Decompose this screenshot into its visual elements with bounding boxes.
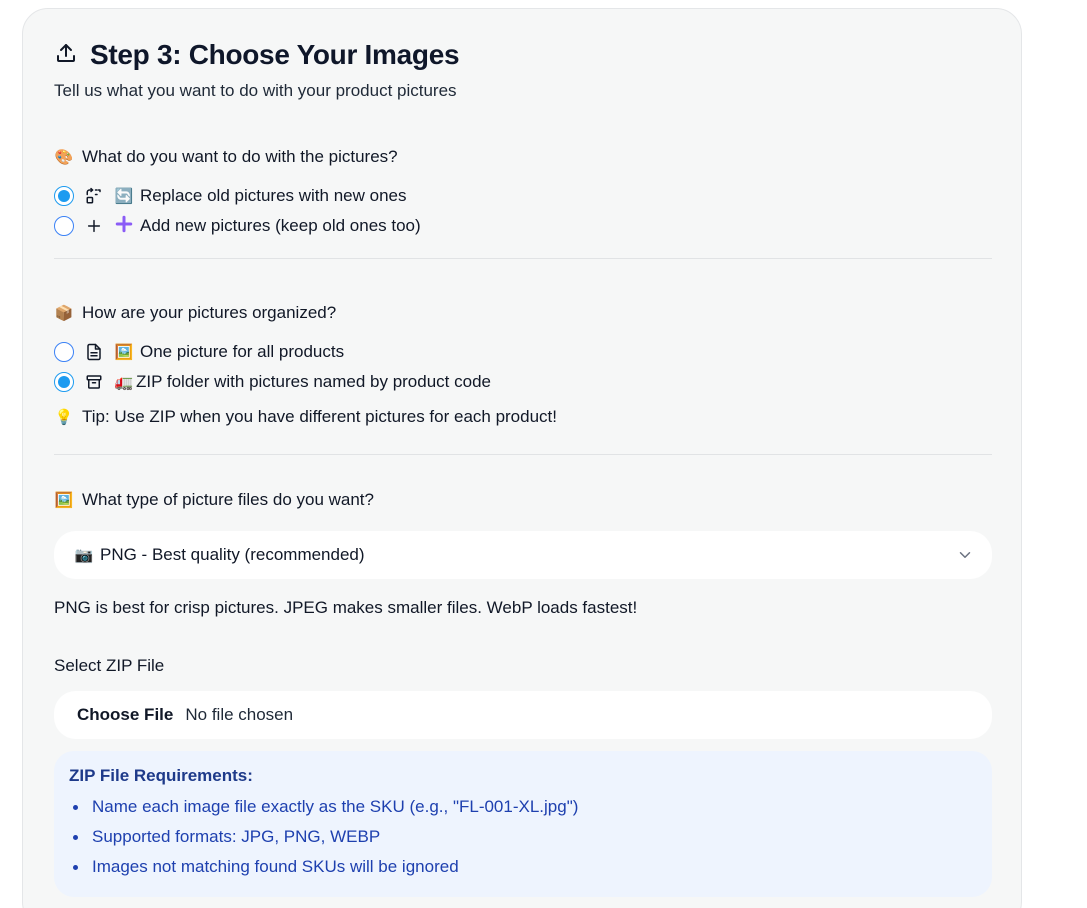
package-icon: 📦 — [54, 305, 74, 322]
requirements-box: ZIP File Requirements: Name each image f… — [54, 751, 992, 897]
truck-icon: 🚛 — [114, 374, 134, 391]
format-section: 🖼️ What type of picture files do you wan… — [54, 488, 992, 512]
format-select[interactable]: 📷 PNG - Best quality (recommended) — [54, 531, 992, 579]
requirements-title: ZIP File Requirements: — [69, 766, 253, 785]
upload-icon — [54, 41, 78, 70]
title-row: Step 3: Choose Your Images — [54, 39, 460, 71]
page-subtitle: Tell us what you want to do with your pr… — [54, 81, 457, 100]
zip-file-input[interactable]: Choose File No file chosen — [54, 691, 992, 739]
replace-icon — [84, 186, 104, 206]
organization-section: 📦 How are your pictures organized? 🖼️ On… — [54, 301, 992, 427]
format-question: 🖼️ What type of picture files do you wan… — [54, 488, 992, 512]
radio-replace[interactable] — [54, 186, 74, 206]
format-selected-value: PNG - Best quality (recommended) — [100, 545, 365, 564]
list-item: Name each image file exactly as the SKU … — [69, 792, 977, 822]
divider — [54, 454, 992, 455]
divider — [54, 258, 992, 259]
chevron-down-icon — [959, 552, 971, 558]
organization-question-text: How are your pictures organized? — [82, 303, 337, 322]
option-single-picture[interactable]: 🖼️ One picture for all products — [54, 337, 992, 367]
radio-single-picture[interactable] — [54, 342, 74, 362]
radio-zip-folder[interactable] — [54, 372, 74, 392]
upload-label: Select ZIP File — [54, 656, 165, 675]
tip-text: 💡 Tip: Use ZIP when you have different p… — [54, 407, 992, 427]
option-replace-label: Replace old pictures with new ones — [140, 186, 407, 205]
palette-icon: 🎨 — [54, 149, 74, 166]
lightbulb-icon: 💡 — [54, 409, 74, 426]
file-status: No file chosen — [185, 705, 294, 724]
radio-add[interactable] — [54, 216, 74, 236]
refresh-icon: 🔄 — [114, 188, 134, 205]
archive-icon — [84, 372, 104, 392]
option-zip-folder-label: ZIP folder with pictures named by produc… — [136, 372, 491, 391]
page-title: Step 3: Choose Your Images — [90, 39, 460, 70]
organization-question: 📦 How are your pictures organized? — [54, 301, 992, 325]
list-item: Images not matching found SKUs will be i… — [69, 852, 977, 882]
choose-file-button[interactable]: Choose File — [77, 705, 173, 725]
format-hint: PNG is best for crisp pictures. JPEG mak… — [54, 598, 638, 617]
option-zip-folder[interactable]: 🚛 ZIP folder with pictures named by prod… — [54, 367, 992, 397]
framed-picture-icon: 🖼️ — [54, 492, 74, 509]
step-card: Step 3: Choose Your Images Tell us what … — [22, 8, 1022, 908]
format-question-text: What type of picture files do you want? — [82, 490, 374, 509]
option-add-label: Add new pictures (keep old ones too) — [140, 216, 421, 235]
plus-icon — [84, 216, 104, 236]
framed-picture-icon: 🖼️ — [114, 344, 134, 361]
option-single-picture-label: One picture for all products — [140, 342, 345, 361]
option-replace[interactable]: 🔄 Replace old pictures with new ones — [54, 181, 992, 211]
tip-message: Tip: Use ZIP when you have different pic… — [82, 407, 557, 426]
action-question-text: What do you want to do with the pictures… — [82, 147, 398, 166]
file-icon — [84, 342, 104, 362]
list-item: Supported formats: JPG, PNG, WEBP — [69, 822, 977, 852]
requirements-list: Name each image file exactly as the SKU … — [69, 792, 977, 882]
heavy-plus-icon — [114, 215, 134, 237]
action-question: 🎨 What do you want to do with the pictur… — [54, 145, 992, 169]
option-add[interactable]: Add new pictures (keep old ones too) — [54, 211, 992, 241]
action-section: 🎨 What do you want to do with the pictur… — [54, 145, 992, 241]
camera-icon: 📷 — [74, 547, 94, 564]
